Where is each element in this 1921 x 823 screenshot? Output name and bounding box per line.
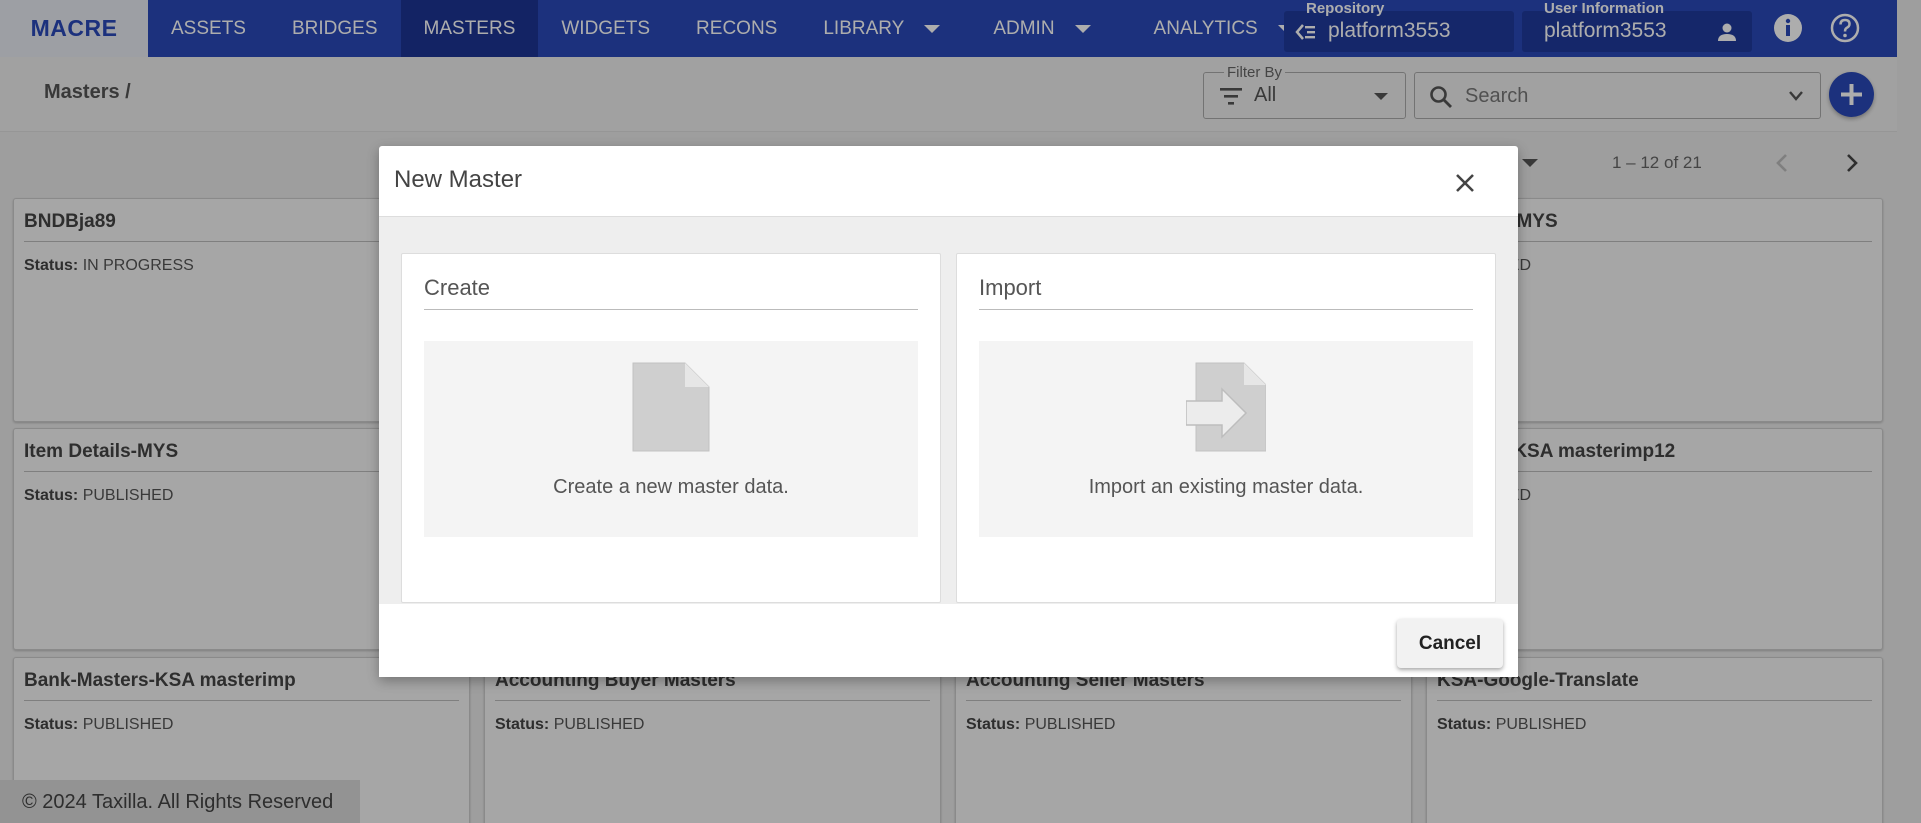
dialog-header: New Master (379, 146, 1518, 217)
import-document-icon (1186, 362, 1266, 452)
new-master-dialog: New Master Create Create a new master da… (379, 146, 1518, 677)
close-icon[interactable] (1452, 170, 1478, 196)
create-option-tile[interactable]: Create a new master data. (424, 341, 918, 537)
divider (424, 309, 918, 310)
import-option-tile[interactable]: Import an existing master data. (979, 341, 1473, 537)
new-document-icon (632, 362, 710, 452)
create-option-description: Create a new master data. (553, 476, 789, 498)
import-option-title: Import (979, 275, 1042, 300)
dialog-footer: Cancel (379, 604, 1518, 677)
import-option-description: Import an existing master data. (1088, 476, 1364, 498)
dialog-title: New Master (394, 166, 523, 193)
create-option-title: Create (424, 275, 491, 300)
create-option[interactable]: Create Create a new master data. (401, 253, 941, 603)
import-option[interactable]: Import Import an existing master data. (956, 253, 1496, 603)
dialog-body: Create Create a new master data. Import … (379, 217, 1518, 604)
divider (979, 309, 1473, 310)
cancel-button[interactable]: Cancel (1397, 619, 1503, 668)
